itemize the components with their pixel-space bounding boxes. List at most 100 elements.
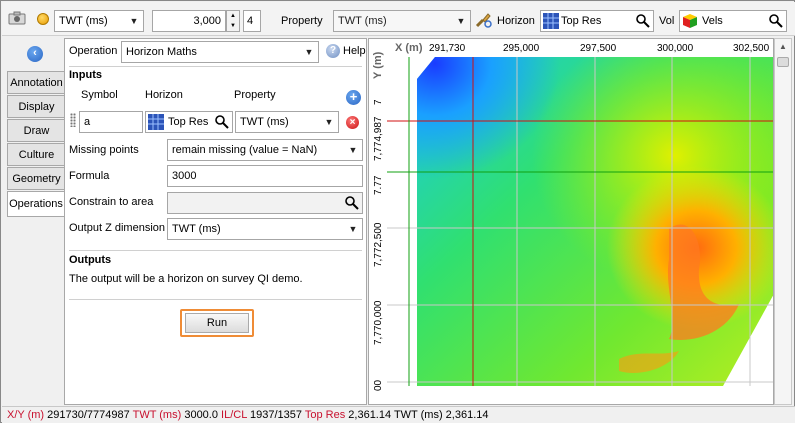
status-topres-value: 2,361.14 TWT (ms) 2,361.14 [348, 409, 489, 421]
output-z-value: TWT (ms) [172, 223, 221, 235]
col-property: Property [234, 89, 276, 101]
horizon-label: Horizon [497, 15, 535, 27]
back-arrow-icon[interactable]: ‹ [27, 46, 43, 62]
outputs-header: Outputs [69, 254, 112, 266]
volume-field[interactable]: Vels [679, 10, 787, 32]
x-axis-label: X (m) [395, 42, 423, 54]
inputs-header: Inputs [69, 69, 102, 81]
x-tick: 302,500 [733, 43, 770, 54]
formula-label: Formula [69, 170, 110, 182]
constrain-field[interactable] [167, 192, 363, 214]
missing-select-value: remain missing (value = NaN) [172, 144, 318, 156]
y-tick: 7.77 [373, 175, 384, 195]
side-tabs: Annotation Display Draw Culture Geometry… [7, 71, 65, 218]
remove-input-icon[interactable]: × [346, 116, 359, 129]
status-bar: X/Y (m) 291730/7774987 TWT (ms) 3000.0 I… [2, 406, 795, 423]
map-canvas[interactable]: X (m) Y (m) 291,730 295,000 297,500 300,… [369, 39, 774, 405]
chevron-down-icon: ▼ [348, 224, 358, 234]
status-twt-key: TWT (ms) [132, 409, 182, 421]
divider [69, 66, 362, 67]
x-tick: 300,000 [657, 43, 694, 54]
y-tick: 7,774,987 [373, 116, 384, 161]
run-button-label: Run [185, 313, 249, 333]
symbol-input[interactable]: a [79, 111, 143, 133]
chevron-down-icon: ▼ [129, 16, 139, 26]
volume-cube-icon [682, 13, 698, 29]
col-horizon: Horizon [145, 89, 183, 101]
missing-select[interactable]: remain missing (value = NaN) ▼ [167, 139, 363, 161]
y-tick: 00 [373, 379, 384, 391]
spinner-arrows[interactable]: ▲ ▼ [226, 10, 240, 32]
tab-annotation[interactable]: Annotation [7, 71, 65, 94]
operation-select-value: Horizon Maths [126, 46, 197, 58]
attribute-select-value: TWT (ms) [59, 15, 108, 27]
y-tick: 7,772,500 [373, 222, 384, 267]
status-ilcl-key: IL/CL [221, 409, 247, 421]
search-icon[interactable] [768, 13, 784, 29]
tab-display[interactable]: Display [7, 95, 65, 118]
x-tick: 291,730 [429, 43, 466, 54]
brush-icon[interactable] [474, 11, 492, 29]
search-icon[interactable] [214, 114, 230, 130]
property-label: Property [281, 15, 323, 27]
status-xy-value: 291730/7774987 [47, 409, 130, 421]
constrain-label: Constrain to area [69, 196, 154, 208]
step-field[interactable]: 4 [243, 10, 261, 32]
status-ilcl-value: 1937/1357 [250, 409, 302, 421]
map-view[interactable]: X (m) Y (m) 291,730 295,000 297,500 300,… [368, 38, 774, 405]
tab-operations[interactable]: Operations [7, 191, 65, 217]
x-tick: 295,000 [503, 43, 540, 54]
chevron-down-icon: ▼ [456, 16, 466, 26]
input-horizon-value: Top Res [168, 116, 209, 128]
camera-icon[interactable] [8, 11, 26, 25]
volume-value: Vels [702, 15, 723, 27]
y-tick: 7 [373, 99, 384, 105]
operation-select[interactable]: Horizon Maths ▼ [121, 41, 319, 63]
search-icon[interactable] [635, 13, 651, 29]
chevron-down-icon: ▼ [348, 145, 358, 155]
y-tick: 7,770,000 [373, 300, 384, 345]
output-z-select[interactable]: TWT (ms) ▼ [167, 218, 363, 240]
status-dot-icon [37, 13, 49, 25]
vertical-scrollbar[interactable]: ▲ [774, 38, 792, 405]
help-link[interactable]: Help [343, 45, 366, 57]
horizon-grid-icon [148, 114, 164, 130]
add-input-icon[interactable]: + [346, 90, 361, 105]
attribute-select[interactable]: TWT (ms) ▼ [54, 10, 144, 32]
missing-label: Missing points [69, 144, 139, 156]
vol-label: Vol [659, 15, 675, 27]
col-symbol: Symbol [81, 89, 118, 101]
input-property-value: TWT (ms) [240, 116, 289, 128]
chevron-down-icon: ▼ [324, 117, 334, 127]
app-window: TWT (ms) ▼ 3,000 ▲ ▼ 4 Property TWT (ms) … [0, 0, 795, 423]
scrollbar-thumb[interactable] [777, 57, 789, 67]
input-horizon-field[interactable]: Top Res [145, 111, 233, 133]
horizon-grid-icon [543, 13, 559, 29]
run-button[interactable]: Run [180, 309, 254, 337]
status-topres-key: Top Res [304, 409, 346, 421]
divider [69, 299, 362, 300]
outputs-text: The output will be a horizon on survey Q… [69, 273, 303, 285]
property-select-value: TWT (ms) [338, 15, 387, 27]
scroll-up-icon[interactable]: ▲ [775, 39, 791, 55]
horizon-value: Top Res [561, 15, 602, 27]
output-z-label: Output Z dimension [69, 222, 165, 234]
y-axis-label: Y (m) [372, 51, 384, 79]
formula-input[interactable]: 3000 [167, 165, 363, 187]
operations-panel: Operation Horizon Maths ▼ ? Help Inputs … [64, 38, 367, 405]
help-icon[interactable]: ? [326, 44, 340, 58]
x-tick: 297,500 [580, 43, 617, 54]
horizon-field[interactable]: Top Res [540, 10, 654, 32]
value-spinner[interactable]: 3,000 [152, 10, 226, 32]
status-xy-key: X/Y (m) [7, 409, 45, 421]
tab-geometry[interactable]: Geometry [7, 167, 65, 190]
drag-handle-icon[interactable] [70, 113, 76, 127]
chevron-down-icon: ▼ [304, 47, 314, 57]
tab-draw[interactable]: Draw [7, 119, 65, 142]
tab-culture[interactable]: Culture [7, 143, 65, 166]
property-select[interactable]: TWT (ms) ▼ [333, 10, 471, 32]
status-twt-value: 3000.0 [184, 409, 218, 421]
operation-label: Operation [69, 45, 118, 57]
input-property-select[interactable]: TWT (ms) ▼ [235, 111, 339, 133]
search-icon[interactable] [344, 195, 360, 211]
